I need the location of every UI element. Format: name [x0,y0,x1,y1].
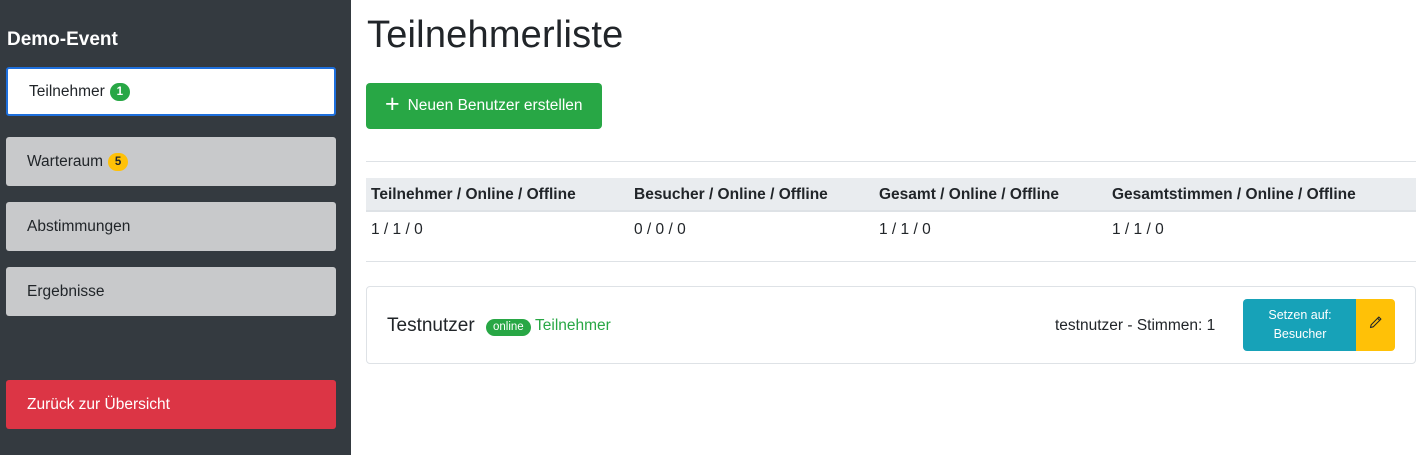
create-user-label: Neuen Benutzer erstellen [407,97,583,114]
waiting-count-badge: 5 [108,152,129,171]
stats-table-row: 1 / 1 / 0 0 / 0 / 0 1 / 1 / 0 1 / 1 / 0 [366,212,1416,246]
sidebar-item-label: Abstimmungen [27,217,131,235]
sidebar-item-label: Ergebnisse [27,282,105,300]
user-vote-info: testnutzer - Stimmen: 1 [1055,317,1216,334]
create-user-button[interactable]: + Neuen Benutzer erstellen [366,83,602,129]
online-status-badge: online [486,319,531,336]
set-button-label: Setzen auf: Besucher [1268,308,1332,341]
divider [366,161,1416,162]
sidebar-item-warteraum[interactable]: Warteraum 5 [6,137,336,186]
stats-value-cell: 1 / 1 / 0 [371,221,423,238]
user-role: Teilnehmer [535,317,611,334]
participant-count-badge: 1 [109,82,130,101]
stats-value-cell: 1 / 1 / 0 [879,221,931,238]
pencil-icon [1369,316,1382,334]
stats-table-header: Teilnehmer / Online / Offline Besucher /… [366,178,1416,212]
sidebar: Demo-Event Teilnehmer 1 Warteraum 5 Abst… [0,0,351,455]
stats-value-cell: 1 / 1 / 0 [1112,221,1164,238]
sidebar-item-ergebnisse[interactable]: Ergebnisse [6,267,336,316]
set-to-visitor-button[interactable]: Setzen auf: Besucher [1243,299,1357,351]
sidebar-item-label: Teilnehmer [29,82,105,100]
back-button-label: Zurück zur Übersicht [27,395,170,413]
user-card: Testnutzer online Teilnehmer testnutzer … [366,286,1416,364]
user-name: Testnutzer [387,315,475,336]
sidebar-item-abstimmungen[interactable]: Abstimmungen [6,202,336,251]
divider [366,261,1416,262]
stats-value-cell: 0 / 0 / 0 [634,221,686,238]
edit-user-button[interactable] [1356,299,1395,351]
stats-header-cell: Gesamt / Online / Offline [879,186,1060,203]
stats-header-cell: Besucher / Online / Offline [634,186,828,203]
event-title: Demo-Event [7,29,118,50]
stats-header-cell: Teilnehmer / Online / Offline [371,186,576,203]
stats-header-cell: Gesamtstimmen / Online / Offline [1112,186,1356,203]
back-to-overview-button[interactable]: Zurück zur Übersicht [6,380,336,429]
sidebar-item-label: Warteraum [27,152,104,170]
page-title: Teilnehmerliste [367,14,624,56]
plus-icon: + [385,90,400,118]
sidebar-item-teilnehmer[interactable]: Teilnehmer 1 [6,67,336,116]
